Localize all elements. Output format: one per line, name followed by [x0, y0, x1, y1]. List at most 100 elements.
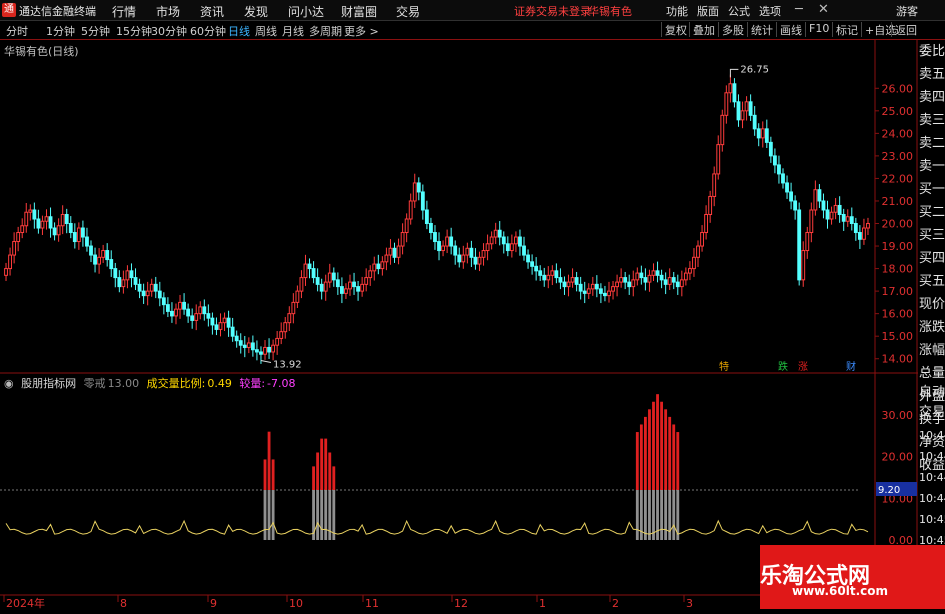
period-30min[interactable]: 30分钟	[151, 23, 187, 39]
candle-body	[853, 223, 858, 234]
period-multi[interactable]: 多周期	[309, 23, 342, 39]
candle-body	[558, 277, 563, 283]
btn-tongji[interactable]: 统计	[747, 22, 773, 37]
app-name: 通达信金融终端	[19, 5, 96, 18]
menu-caifuquan[interactable]: 财富圈	[341, 3, 377, 20]
date-label-5: 12	[454, 597, 468, 609]
candle-body	[97, 256, 102, 265]
login-notice[interactable]: 证券交易未登录	[514, 3, 591, 19]
candle-body	[141, 290, 146, 297]
candle-body	[64, 213, 69, 225]
vol-label: 较量:	[239, 377, 266, 390]
high-label: 26.75	[740, 64, 769, 75]
ind-gray-bar	[271, 490, 275, 540]
btn-duogu[interactable]: 多股	[718, 22, 744, 37]
user-label[interactable]: 游客	[896, 3, 918, 19]
ind-gray-bar	[267, 490, 271, 540]
candle-body	[352, 281, 356, 288]
candle-body	[364, 277, 369, 285]
ind-red-bar	[672, 424, 676, 490]
btn-f10[interactable]: F10	[805, 22, 829, 37]
candle-body	[700, 232, 704, 247]
candle-body	[607, 290, 611, 297]
menu-hangqing[interactable]: 行情	[112, 3, 136, 20]
price-tick-12: 14.00	[882, 353, 914, 366]
event-tag-2: 涨	[798, 361, 808, 373]
candle-body	[275, 337, 280, 346]
period-fenshi[interactable]: 分时	[6, 23, 28, 39]
ratio-label: 成交量比例:	[146, 377, 206, 390]
menu-gongshi[interactable]: 公式	[728, 3, 750, 19]
btn-back[interactable]: 返回	[891, 22, 917, 37]
btn-huaxian[interactable]: 画线	[776, 22, 802, 37]
candle-body	[299, 277, 304, 292]
candle-body	[582, 290, 587, 294]
candle-body	[501, 236, 506, 245]
ratio-value: 0.49	[207, 377, 232, 390]
candle-body	[420, 191, 425, 211]
tick-time-3: 10:44	[919, 492, 945, 505]
price-tick-1: 25.00	[882, 105, 914, 118]
candle-body	[291, 301, 296, 315]
candle-body	[178, 301, 182, 310]
candle-body	[12, 241, 17, 256]
candle-body	[267, 346, 271, 353]
sidebar-item-5: 卖一	[919, 159, 945, 174]
indicator-name[interactable]: 股朋指标网	[21, 377, 76, 390]
period-15min[interactable]: 15分钟	[116, 23, 152, 39]
candle-body	[76, 227, 81, 243]
candle-body	[857, 232, 862, 240]
kline-chart[interactable]: 26.00 25.00 24.00 23.00 22.00 21.00 20.00 19.00…	[0, 40, 945, 609]
btn-diejia[interactable]: 叠加	[689, 22, 715, 37]
menu-jiaoyi[interactable]: 交易	[396, 3, 420, 20]
candle-body	[845, 216, 850, 222]
period-1min[interactable]: 1分钟	[46, 23, 75, 39]
ind-gray-bar	[648, 490, 651, 540]
candle-body	[809, 209, 814, 234]
ind-red-bar	[652, 401, 655, 490]
menu-banmian[interactable]: 版面	[697, 3, 719, 19]
candle-body	[165, 304, 170, 312]
ind-tick-1: 20.00	[882, 451, 914, 464]
period-more[interactable]: 更多 >	[344, 23, 379, 39]
low-marker	[260, 360, 272, 364]
candle-body	[627, 281, 632, 288]
candle-body	[40, 220, 45, 229]
btn-biaoji[interactable]: 标记	[832, 22, 858, 37]
candle-body	[793, 200, 798, 211]
event-tag-0: 特	[719, 361, 729, 373]
menu-faxian[interactable]: 发现	[244, 3, 268, 20]
menu-wenxiaoda[interactable]: 问小达	[288, 3, 324, 20]
menu-zixun[interactable]: 资讯	[200, 3, 224, 20]
period-monthly[interactable]: 月线	[282, 23, 304, 39]
candle-body	[461, 254, 466, 263]
period-60min[interactable]: 60分钟	[190, 23, 226, 39]
candle-body	[8, 254, 12, 270]
candle-body	[598, 288, 603, 294]
close-icon[interactable]: ✕	[818, 2, 829, 17]
price-tick-0: 26.00	[882, 82, 914, 95]
indicator-settings-icon[interactable]: ◉	[4, 377, 14, 390]
candle-body	[372, 263, 377, 272]
candle-body	[20, 225, 25, 234]
price-tick-6: 20.00	[882, 218, 914, 231]
candle-body	[331, 272, 336, 281]
menu-shichang[interactable]: 市场	[156, 3, 180, 20]
period-5min[interactable]: 5分钟	[81, 23, 110, 39]
period-daily[interactable]: 日线	[228, 23, 250, 39]
minimize-icon[interactable]: ─	[795, 2, 803, 17]
menu-xuanxiang[interactable]: 选项	[759, 3, 781, 19]
candle-body	[667, 277, 672, 285]
btn-fuquan[interactable]: 复权	[661, 22, 687, 37]
ind-red-bar	[312, 466, 315, 490]
ind-gray-bar	[320, 490, 324, 540]
period-weekly[interactable]: 周线	[255, 23, 277, 39]
price-tick-5: 21.00	[882, 195, 914, 208]
candle-body	[295, 290, 300, 303]
candle-body	[457, 254, 462, 263]
candle-body	[28, 209, 33, 213]
candle-body	[396, 245, 401, 258]
candle-body	[797, 209, 802, 281]
candle-body	[805, 232, 810, 252]
menu-gongneng[interactable]: 功能	[666, 3, 688, 19]
